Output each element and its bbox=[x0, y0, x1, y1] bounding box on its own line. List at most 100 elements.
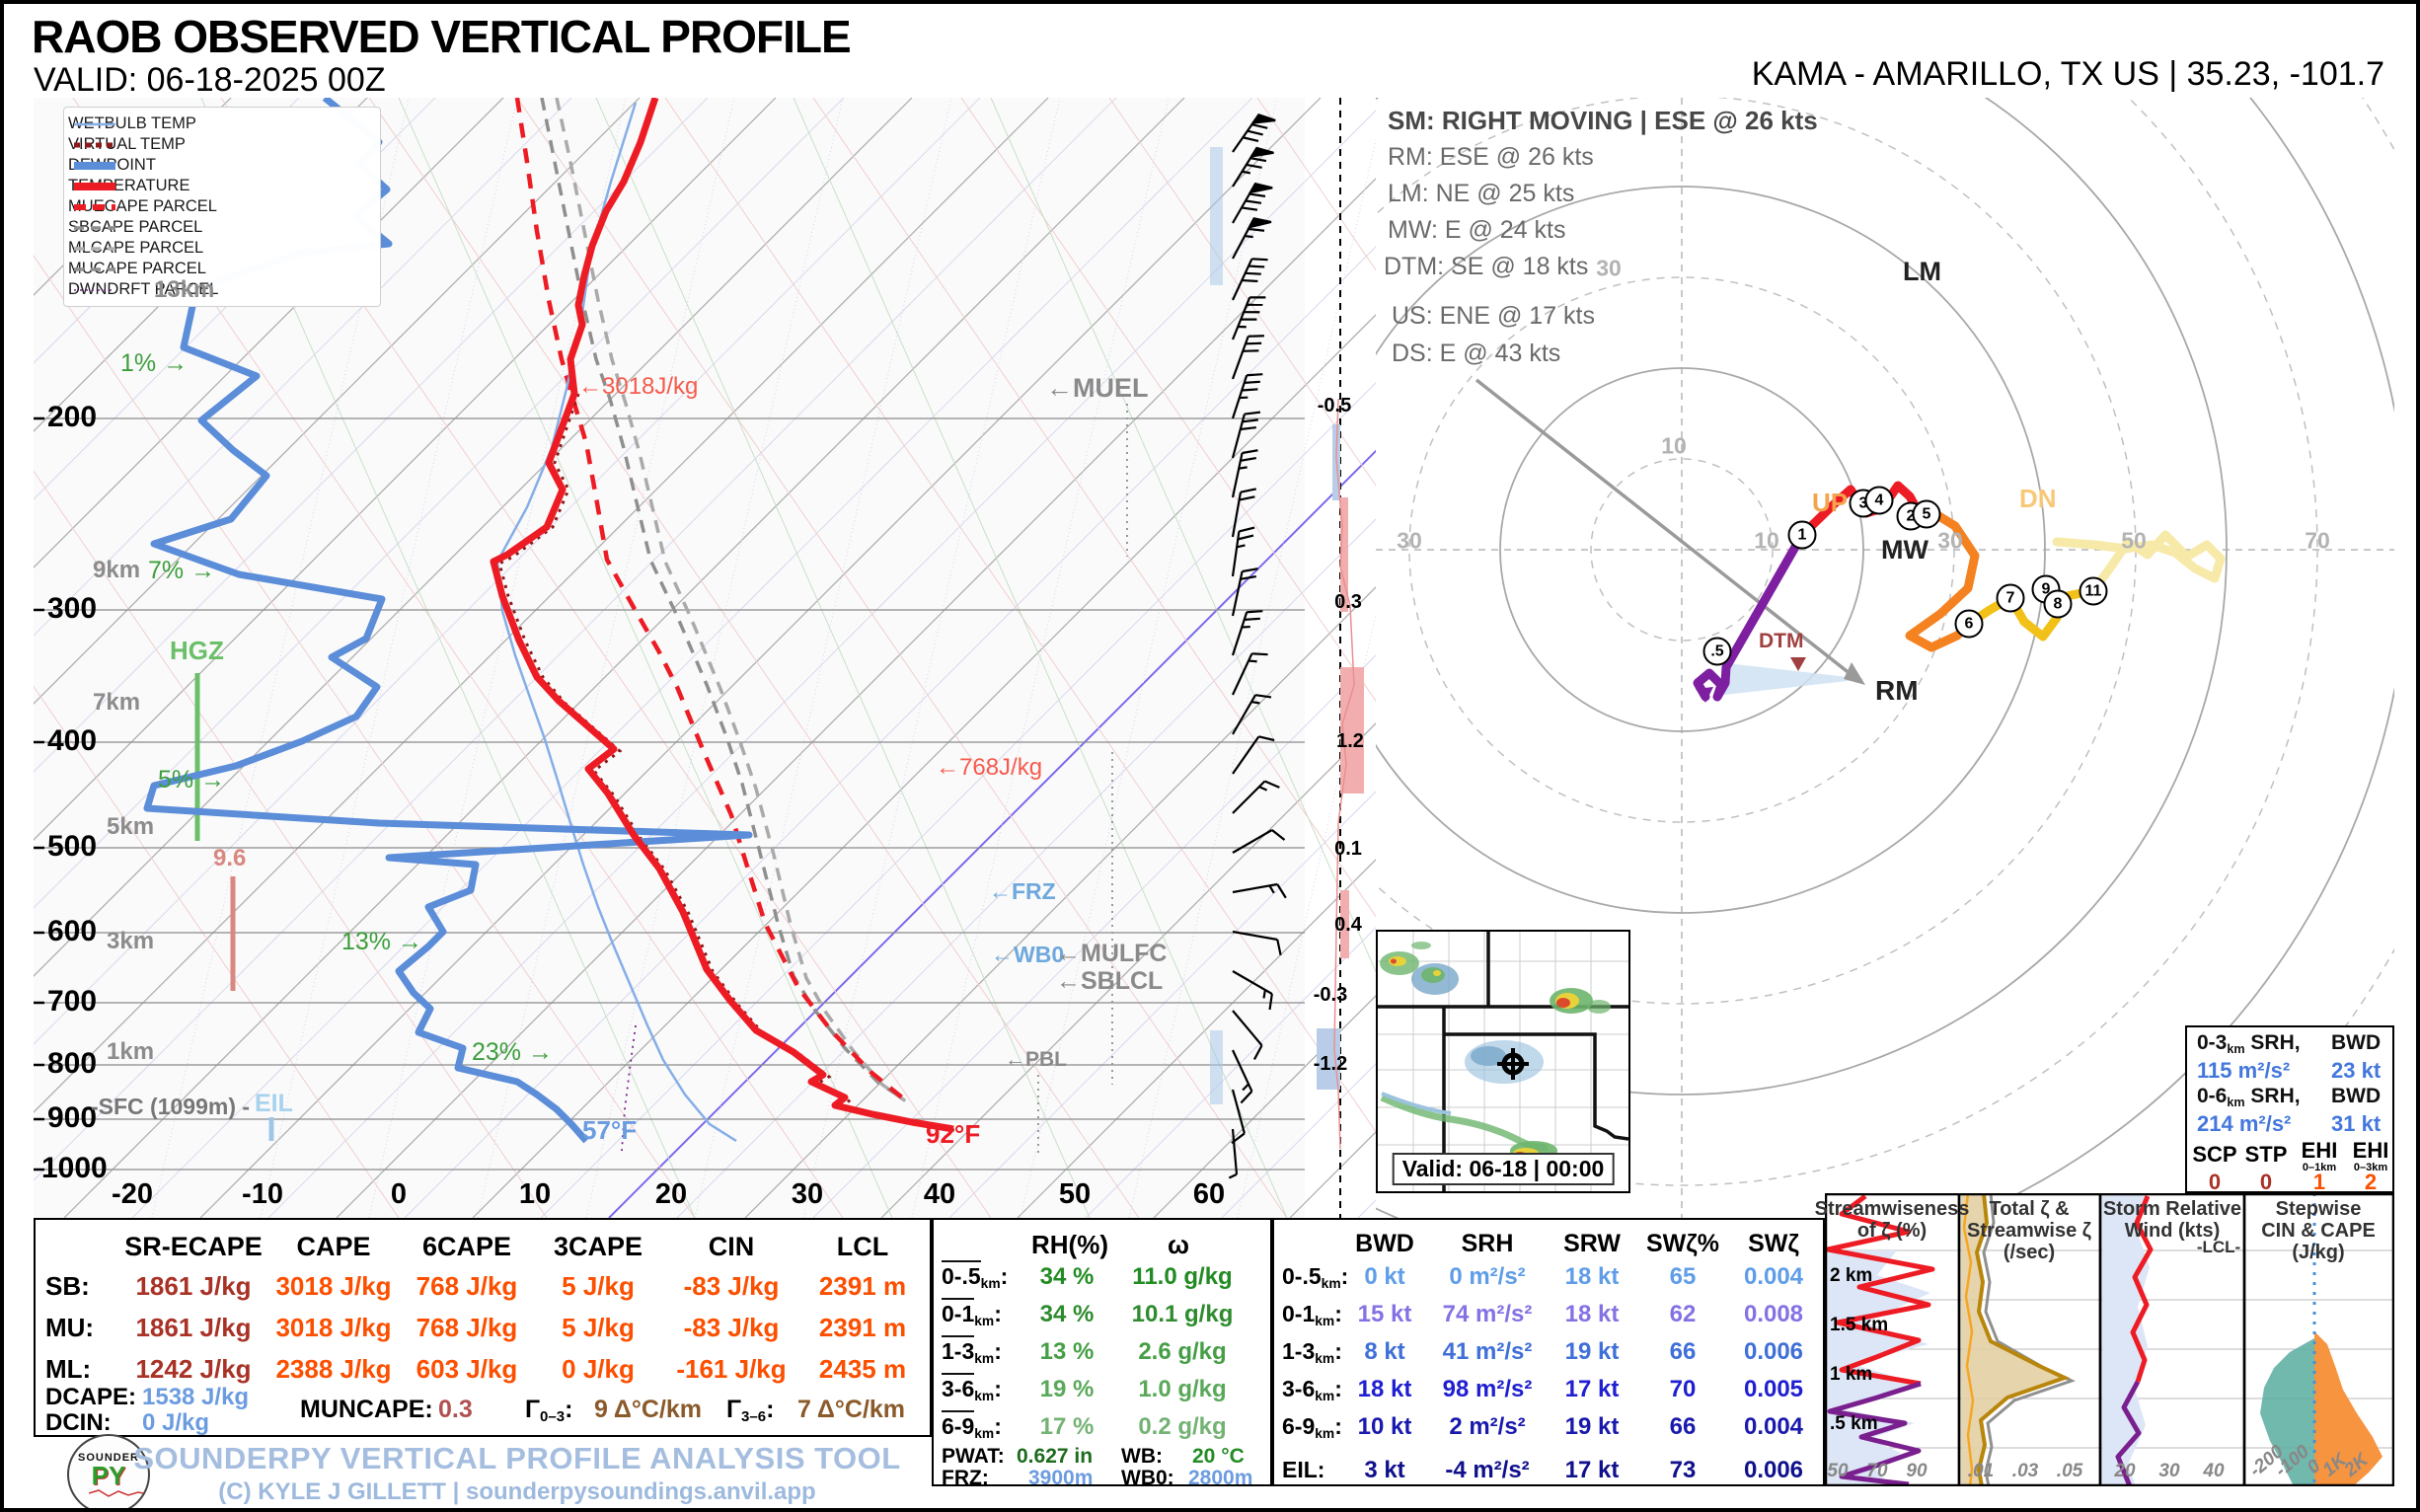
panel2-xtick: .05 bbox=[2057, 1461, 2082, 1482]
stp-value: 0 bbox=[2260, 1170, 2272, 1195]
temp-tick-label: 20 bbox=[655, 1178, 687, 1211]
panel4-title: Stepwise bbox=[2276, 1198, 2362, 1221]
cin-ml: -161 J/kg bbox=[676, 1354, 786, 1385]
rh-annotation: 23% → bbox=[472, 1038, 553, 1067]
kin-value: 41 m²/s² bbox=[1443, 1338, 1533, 1366]
panel4-title: CIN & CAPE bbox=[2261, 1220, 2376, 1243]
ring-label: 10 bbox=[1754, 528, 1779, 555]
frz-annotation: ←FRZ bbox=[989, 878, 1056, 905]
kin-value: 18 kt bbox=[1565, 1301, 1620, 1328]
wb0-value: 2800m bbox=[1188, 1467, 1252, 1490]
omega-value-label: -0.3 bbox=[1314, 984, 1347, 1007]
hodo-marker: 7 bbox=[1997, 584, 2025, 613]
panel1-xtick: 50 bbox=[1827, 1461, 1848, 1482]
swz-header: SWζ bbox=[1748, 1230, 1799, 1258]
lcl-marker-label: -LCL- bbox=[2197, 1238, 2240, 1257]
storm-depth-bar bbox=[1210, 147, 1223, 285]
temp-tick-label: -20 bbox=[112, 1178, 153, 1211]
kin-value: -4 m²/s² bbox=[1445, 1457, 1529, 1484]
legend-item: MUCAPE PARCEL bbox=[68, 259, 376, 279]
height-label: 3km bbox=[107, 928, 154, 955]
surface-dewpoint-label: 57°F bbox=[582, 1115, 637, 1146]
height-label: 7km bbox=[93, 689, 140, 717]
rh-annotation: 13% → bbox=[341, 928, 422, 956]
col-header: 6CAPE bbox=[422, 1232, 511, 1262]
stp-header: STP bbox=[2245, 1142, 2288, 1168]
kin-value: 10 kt bbox=[1358, 1413, 1412, 1441]
bwd-0-6-label: BWD bbox=[2331, 1085, 2381, 1108]
mulfc-annotation: ←MULFC bbox=[1056, 940, 1167, 968]
panel1-ylabel: .5 km bbox=[1830, 1413, 1878, 1435]
height-label: 1km bbox=[107, 1038, 154, 1066]
swz-pct-header: SWζ% bbox=[1646, 1230, 1719, 1258]
panel1-ylabel: 2 km bbox=[1830, 1265, 1872, 1287]
mixing-ratio-value: 10.1 g/kg bbox=[1132, 1301, 1234, 1328]
dcape-label: DCAPE: bbox=[45, 1384, 136, 1411]
kin-value: 3 kt bbox=[1364, 1457, 1404, 1484]
legend-item: DWNDRFT PARCEL bbox=[68, 279, 376, 300]
kin-row-label: 3-6km: bbox=[1282, 1376, 1342, 1403]
panel1-xtick: 70 bbox=[1866, 1461, 1887, 1482]
scp-value: 0 bbox=[2209, 1170, 2221, 1195]
kin-value: 18 kt bbox=[1358, 1376, 1412, 1403]
rh-value: 13 % bbox=[1040, 1338, 1095, 1366]
rh-value: 17 % bbox=[1040, 1413, 1095, 1441]
muncape-label: MUNCAPE: bbox=[300, 1396, 433, 1424]
cape3-ml: 0 J/kg bbox=[562, 1354, 635, 1385]
row-label: ML: bbox=[45, 1354, 91, 1385]
kin-row-label: 1-3km: bbox=[1282, 1338, 1342, 1366]
cin-sb: -83 J/kg bbox=[684, 1271, 780, 1302]
srh-0-6-value: 214 m²/s² bbox=[2197, 1111, 2291, 1137]
lcl-sb: 2391 m bbox=[819, 1271, 906, 1302]
scp-header: SCP bbox=[2192, 1142, 2236, 1168]
panel3-xtick: 40 bbox=[2203, 1461, 2224, 1482]
rh-annotation: 1% → bbox=[120, 349, 188, 378]
app-canvas: RAOB OBSERVED VERTICAL PROFILE VALID: 06… bbox=[0, 0, 2420, 1512]
mixing-ratio-value: 2.6 g/kg bbox=[1138, 1338, 1226, 1366]
bwd-0-3-label: BWD bbox=[2331, 1031, 2381, 1055]
cin-mu: -83 J/kg bbox=[684, 1313, 780, 1343]
pressure-tick-label: 800 bbox=[47, 1047, 97, 1081]
panel1-ylabel: 1.5 km bbox=[1830, 1315, 1888, 1336]
kin-row-label: 0-.5km: bbox=[1282, 1263, 1348, 1291]
gamma-0-3-label: Γ0–3: bbox=[525, 1396, 572, 1425]
pbl-annotation: ←PBL bbox=[1005, 1048, 1067, 1072]
gamma-3-6-label: Γ3–6: bbox=[726, 1396, 774, 1425]
dcape-value: 1538 J/kg bbox=[142, 1384, 249, 1411]
panel2-xtick: .03 bbox=[2012, 1461, 2038, 1482]
storm-motion-lm: LM: NE @ 25 kts bbox=[1388, 180, 1574, 208]
wb-value: 20 °C bbox=[1192, 1445, 1245, 1469]
legend-item: DEWPOINT bbox=[68, 155, 376, 176]
pressure-tick-label: 600 bbox=[47, 915, 97, 948]
up-vector-label: UP bbox=[1812, 488, 1848, 518]
eil-layer-bar bbox=[1210, 1030, 1223, 1104]
lm-vector-label: LM bbox=[1903, 257, 1941, 287]
legend-item: SBCAPE PARCEL bbox=[68, 217, 376, 238]
kin-value: 0.006 bbox=[1744, 1338, 1803, 1366]
kin-value: 19 kt bbox=[1565, 1413, 1620, 1441]
omega-value-label: -0.5 bbox=[1318, 395, 1351, 417]
valid-timestamp: VALID: 06-18-2025 00Z bbox=[34, 61, 386, 100]
hgz-label: HGZ bbox=[170, 636, 224, 666]
ring-label: 30 bbox=[1397, 528, 1422, 555]
cape3-sb: 5 J/kg bbox=[562, 1271, 635, 1302]
wb0-annotation: ←WB0 bbox=[991, 942, 1064, 968]
pressure-tick-label: 400 bbox=[47, 724, 97, 758]
kin-value: 66 bbox=[1670, 1413, 1697, 1441]
cape-sb: 3018 J/kg bbox=[275, 1271, 391, 1302]
sr-ecape-sb: 1861 J/kg bbox=[135, 1271, 251, 1302]
rh-header: RH(%) bbox=[1031, 1230, 1108, 1260]
gamma-3-6-value: 7 Δ°C/km bbox=[797, 1396, 905, 1424]
dn-vector-label: DN bbox=[2019, 484, 2057, 514]
hodo-marker: 8 bbox=[2044, 590, 2073, 619]
panel1-ylabel: 1 km bbox=[1830, 1364, 1872, 1386]
pressure-tick-label: 500 bbox=[47, 830, 97, 864]
srh-0-6-label: 0-6km SRH, bbox=[2197, 1085, 2301, 1109]
cape-768-annotation: ←768J/kg bbox=[936, 754, 1042, 782]
pressure-tick-label: 300 bbox=[47, 592, 97, 626]
bwd-header: BWD bbox=[1355, 1230, 1414, 1258]
kin-value: 2 m²/s² bbox=[1449, 1413, 1525, 1441]
temp-tick-label: 30 bbox=[792, 1178, 823, 1211]
kin-value: 19 kt bbox=[1565, 1338, 1620, 1366]
rm-vector-label: RM bbox=[1875, 675, 1919, 707]
